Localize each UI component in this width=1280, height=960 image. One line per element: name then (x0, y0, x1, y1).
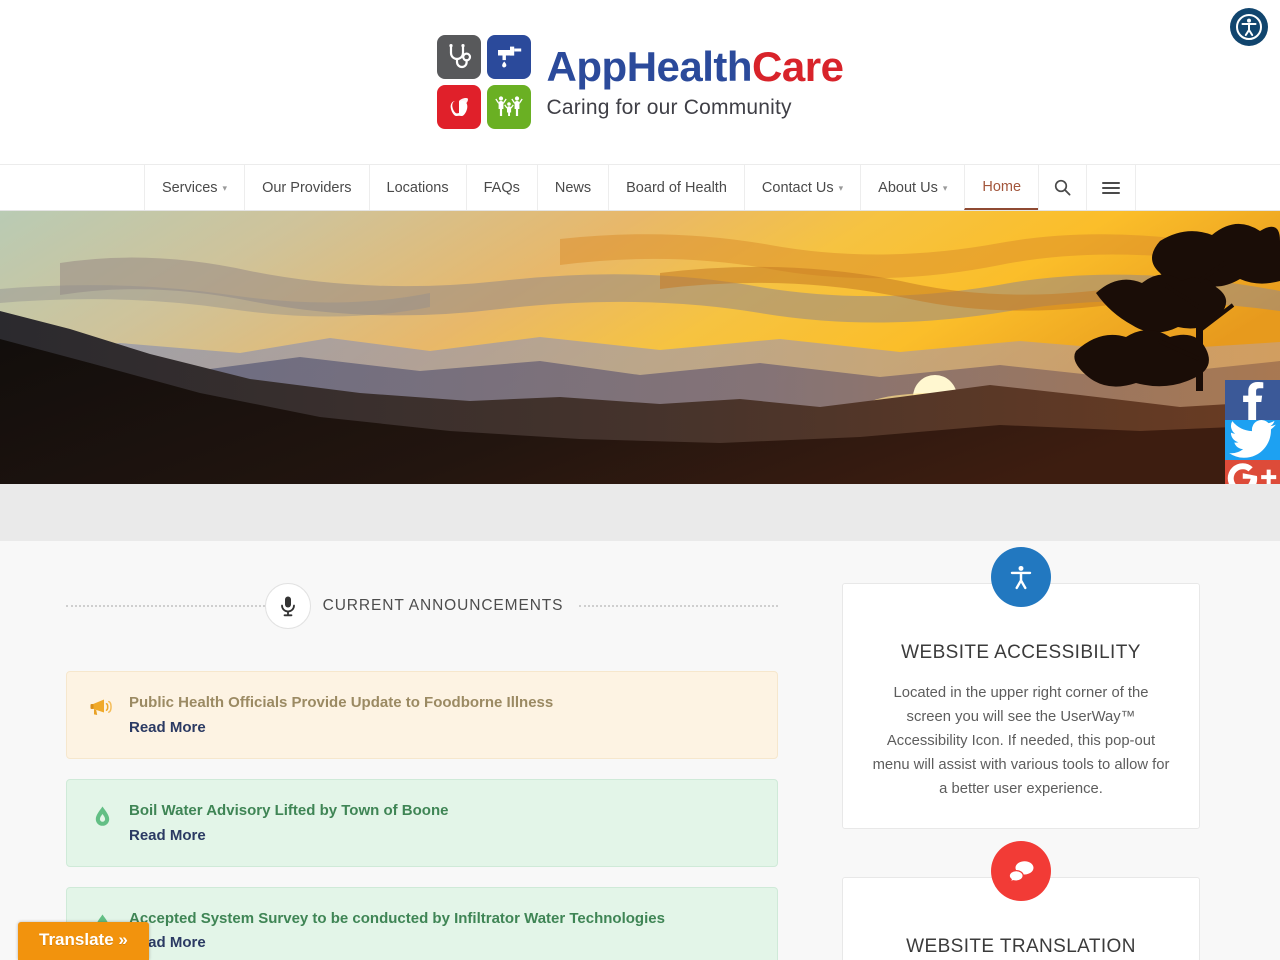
water-drop-icon (89, 802, 115, 827)
translation-badge[interactable] (991, 840, 1051, 901)
logo-app: App (546, 43, 628, 90)
nav-label: Locations (386, 179, 449, 196)
sidebar-column: WEBSITE ACCESSIBILITY Located in the upp… (842, 547, 1200, 960)
announcement-card[interactable]: Boil Water Advisory Lifted by Town of Bo… (66, 778, 778, 867)
twitter-icon (1229, 420, 1276, 458)
main-navigation: Services ▾ Our Providers Locations FAQs … (0, 164, 1280, 211)
announcement-title: Accepted System Survey to be conducted b… (129, 909, 665, 927)
read-more-link[interactable]: Read More (129, 827, 448, 844)
nav-items: Services ▾ Our Providers Locations FAQs … (143, 165, 1137, 210)
announcement-card[interactable]: Accepted System Survey to be conducted b… (66, 886, 778, 960)
accessibility-badge[interactable] (991, 547, 1051, 607)
translate-button[interactable]: Translate » (18, 922, 149, 960)
nav-item-about-us[interactable]: About Us ▾ (860, 165, 965, 210)
logo-wordmark: AppHealthCare Caring for our Community (546, 43, 844, 119)
nav-item-services[interactable]: Services ▾ (143, 165, 245, 210)
nav-label: Contact Us (761, 179, 834, 196)
speech-bubbles-icon (1007, 861, 1034, 883)
announcement-body: Public Health Officials Provide Update t… (129, 694, 553, 736)
logo-tagline: Caring for our Community (546, 96, 792, 119)
announcement-card[interactable]: Public Health Officials Provide Update t… (66, 671, 778, 759)
content-divider-band (0, 484, 1280, 541)
nav-label: Home (982, 178, 1022, 195)
main-content: CURRENT ANNOUNCEMENTS Public Health Offi… (0, 541, 1280, 960)
hamburger-menu-button[interactable] (1086, 165, 1137, 210)
social-facebook-button[interactable] (1225, 380, 1280, 420)
search-button[interactable] (1038, 165, 1087, 210)
card-text: Located in the upper right corner of the… (872, 685, 1170, 797)
nav-label: Our Providers (262, 179, 352, 196)
hero-banner (0, 211, 1280, 484)
facebook-icon (1243, 382, 1264, 420)
read-more-link[interactable]: Read More (129, 719, 553, 736)
nav-label: News (554, 179, 592, 196)
nav-label: About Us (878, 179, 938, 196)
site-logo[interactable]: AppHealthCare Caring for our Community (436, 35, 844, 129)
google-plus-icon (1227, 463, 1277, 484)
nav-item-faqs[interactable]: FAQs (465, 165, 537, 210)
announcements-section-header: CURRENT ANNOUNCEMENTS (66, 583, 779, 629)
nav-label: FAQs (483, 179, 520, 196)
search-icon (1054, 179, 1071, 196)
chevron-down-icon: ▾ (222, 183, 228, 193)
nav-item-home[interactable]: Home (964, 165, 1039, 210)
nav-item-our-providers[interactable]: Our Providers (244, 165, 369, 210)
page-root: AppHealthCare Caring for our Community S… (0, 0, 1280, 960)
chevron-down-icon: ▾ (942, 183, 948, 193)
nav-item-locations[interactable]: Locations (368, 165, 466, 210)
announcements-column: CURRENT ANNOUNCEMENTS Public Health Offi… (66, 583, 779, 960)
divider-line-left (66, 605, 265, 607)
logo-icon-tiles (436, 35, 531, 129)
site-header: AppHealthCare Caring for our Community (0, 0, 1280, 164)
nav-item-board-of-health[interactable]: Board of Health (608, 165, 744, 210)
read-more-link[interactable]: Read More (129, 934, 665, 951)
nav-label: Board of Health (626, 179, 727, 196)
logo-care: Care (752, 43, 844, 90)
card-title: WEBSITE ACCESSIBILITY (901, 642, 1141, 663)
announcement-body: Accepted System Survey to be conducted b… (129, 910, 665, 952)
accessibility-person-icon (1236, 14, 1262, 40)
chevron-down-icon: ▾ (838, 183, 844, 193)
announcement-title: Public Health Officials Provide Update t… (129, 694, 554, 711)
website-translation-card-wrap: WEBSITE TRANSLATION (842, 840, 1200, 960)
announcement-title: Boil Water Advisory Lifted by Town of Bo… (129, 801, 449, 819)
apple-icon (436, 85, 481, 129)
hamburger-menu-icon (1102, 181, 1121, 194)
faucet-icon (486, 35, 531, 79)
logo-health: Health (626, 43, 753, 90)
hero-sunset-image (0, 211, 1280, 484)
nav-item-news[interactable]: News (536, 165, 609, 210)
microphone-icon (264, 583, 311, 629)
section-title: CURRENT ANNOUNCEMENTS (322, 597, 564, 614)
social-twitter-button[interactable] (1225, 420, 1280, 460)
stethoscope-icon (436, 35, 481, 79)
social-google-plus-button[interactable] (1225, 460, 1280, 484)
accessibility-widget-button[interactable] (1230, 8, 1268, 46)
nav-label: Services (161, 179, 218, 196)
accessibility-person-icon (1010, 565, 1032, 590)
divider-line-right (579, 605, 779, 607)
website-accessibility-card: WEBSITE ACCESSIBILITY Located in the upp… (842, 583, 1200, 829)
family-icon (486, 85, 531, 129)
megaphone-icon (89, 694, 115, 717)
announcement-body: Boil Water Advisory Lifted by Town of Bo… (129, 802, 448, 844)
nav-item-contact-us[interactable]: Contact Us ▾ (743, 165, 861, 210)
card-title: WEBSITE TRANSLATION (906, 935, 1136, 957)
social-share-bar (1225, 380, 1280, 484)
website-accessibility-card-wrap: WEBSITE ACCESSIBILITY Located in the upp… (842, 547, 1200, 829)
